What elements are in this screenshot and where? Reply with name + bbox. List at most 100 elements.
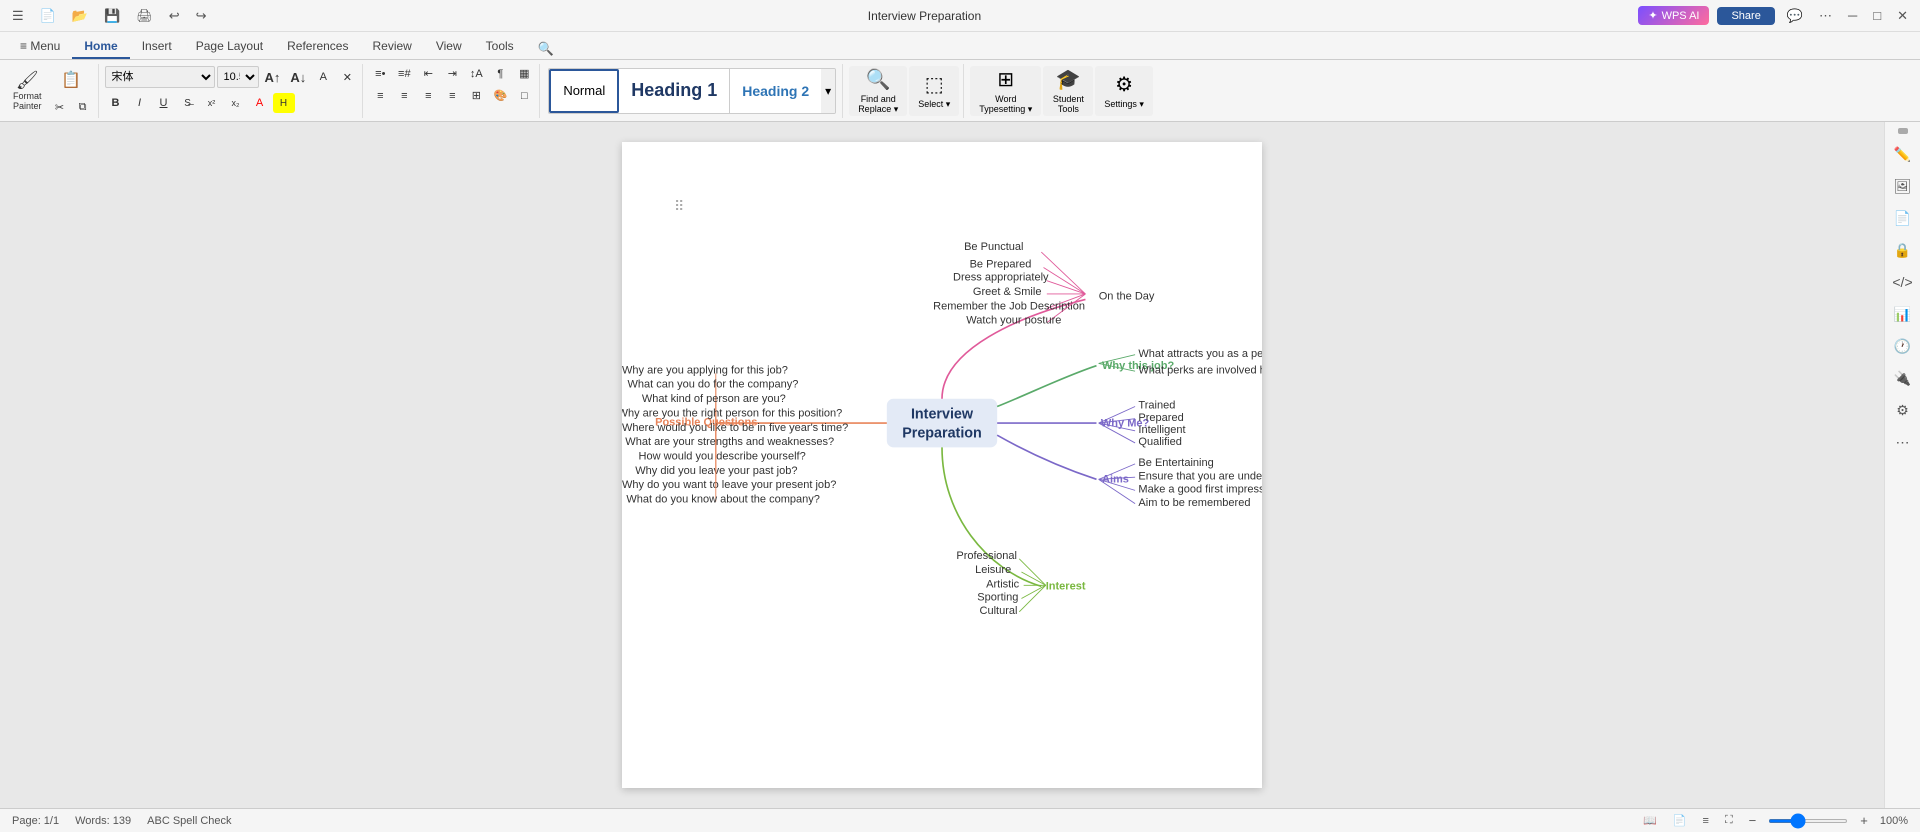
sporting-line <box>1021 585 1045 598</box>
settings-button[interactable]: ⚙ Settings ▾ <box>1095 66 1153 116</box>
zoom-in-button[interactable]: + <box>1856 811 1872 830</box>
sidebar-history-icon[interactable]: 🕐 <box>1889 332 1917 360</box>
tab-home[interactable]: Home <box>72 35 129 59</box>
copy-button[interactable]: ⧉ <box>72 98 94 118</box>
full-screen-icon[interactable]: ⛶ <box>1721 812 1737 829</box>
bullets-button[interactable]: ≡• <box>369 64 391 84</box>
font-size-select[interactable]: 10.5 <box>217 66 259 88</box>
find-replace-button[interactable]: 🔍 Find andReplace ▾ <box>849 66 907 116</box>
sidebar-image-icon[interactable]: 🖼 <box>1889 172 1917 200</box>
superscript-button[interactable]: x² <box>201 93 223 113</box>
sidebar-lock-icon[interactable]: 🔒 <box>1889 236 1917 264</box>
tab-tools[interactable]: Tools <box>474 35 526 59</box>
font-family-select[interactable]: 宋体 <box>105 66 215 88</box>
style-heading1[interactable]: Heading 1 <box>619 69 730 113</box>
print-icon[interactable]: 🖨 <box>132 6 157 26</box>
cultural-text: Cultural <box>980 605 1018 617</box>
zoom-out-button[interactable]: − <box>1745 811 1761 830</box>
wps-ai-icon: ✦ <box>1648 9 1657 22</box>
intelligent-text: Intelligent <box>1138 424 1185 436</box>
style-more-arrow[interactable]: ▾ <box>821 69 835 113</box>
underline-button[interactable]: U <box>153 93 175 113</box>
tab-references[interactable]: References <box>275 35 360 59</box>
undo-icon[interactable]: ↩ <box>165 6 184 26</box>
posture-text: Watch your posture <box>966 315 1061 327</box>
strikethrough-button[interactable]: S̶ <box>177 93 199 113</box>
increase-font-button[interactable]: A↑ <box>261 67 285 87</box>
paste-icon: 📋 <box>61 73 81 89</box>
select-button[interactable]: ⬚ Select ▾ <box>909 66 959 116</box>
subscript-button[interactable]: x₂ <box>225 93 247 113</box>
q10-text: What do you know about the company? <box>626 494 820 506</box>
align-center-button[interactable]: ≡ <box>393 86 415 106</box>
outdent-button[interactable]: ⇤ <box>417 64 439 84</box>
more-icon[interactable]: ⋯ <box>1815 6 1836 26</box>
paste-button[interactable]: 📋 <box>51 64 91 98</box>
decrease-font-button[interactable]: A↓ <box>286 67 310 87</box>
show-marks-button[interactable]: ¶ <box>489 64 511 84</box>
student-tools-icon: 🎓 <box>1056 67 1081 92</box>
multicol-button[interactable]: ▦ <box>513 64 535 84</box>
tab-review[interactable]: Review <box>360 35 423 59</box>
minimize-icon[interactable]: ─ <box>1844 6 1861 25</box>
page-info: Page: 1/1 <box>12 815 59 827</box>
bold-button[interactable]: B <box>105 93 127 113</box>
italic-button[interactable]: I <box>129 93 151 113</box>
share-button[interactable]: Share <box>1717 7 1774 25</box>
style-heading2[interactable]: Heading 2 <box>730 69 821 113</box>
style-normal[interactable]: Normal <box>549 69 619 113</box>
doc-title: Interview Preparation <box>868 9 981 23</box>
tab-view[interactable]: View <box>424 35 474 59</box>
font-group: 宋体 10.5 A↑ A↓ A ✕ B I U S̶ x² x₂ A H <box>101 64 364 118</box>
read-mode-icon[interactable]: 📖 <box>1639 812 1661 829</box>
format-painter-button[interactable]: 🖌 Format Painter <box>8 65 47 117</box>
font-color2-button[interactable]: A <box>249 93 271 113</box>
redo-icon[interactable]: ↪ <box>192 6 211 26</box>
student-tools-button[interactable]: 🎓 StudentTools <box>1043 66 1093 116</box>
numbering-button[interactable]: ≡# <box>393 64 415 84</box>
align-right-button[interactable]: ≡ <box>417 86 439 106</box>
sidebar-pen-icon[interactable]: ✏️ <box>1889 140 1917 168</box>
attracts-text: What attracts you as a person? <box>1138 348 1262 360</box>
prepared-text: Be Prepared <box>970 258 1032 270</box>
table-button[interactable]: ⊞ <box>465 86 487 106</box>
new-doc-icon[interactable]: 📄 <box>36 6 60 26</box>
maximize-icon[interactable]: □ <box>1869 6 1885 25</box>
tab-page-layout[interactable]: Page Layout <box>184 35 275 59</box>
wps-ai-button[interactable]: ✦ WPS AI <box>1638 6 1709 25</box>
find-replace-icon: 🔍 <box>866 67 891 92</box>
save-icon[interactable]: 💾 <box>100 6 124 26</box>
sidebar-plugin-icon[interactable]: 🔌 <box>1889 364 1917 392</box>
align-left-button[interactable]: ≡ <box>369 86 391 106</box>
clear-format-button[interactable]: ✕ <box>336 67 358 87</box>
comment-icon[interactable]: 💬 <box>1783 6 1807 26</box>
justify-button[interactable]: ≡ <box>441 86 463 106</box>
sort-button[interactable]: ↕A <box>465 64 487 84</box>
menu-icon[interactable]: ☰ <box>8 6 28 26</box>
sidebar-code-icon[interactable]: </> <box>1889 268 1917 296</box>
zoom-slider[interactable] <box>1768 819 1848 823</box>
search-icon[interactable]: 🔍 <box>534 39 558 59</box>
sidebar-settings2-icon[interactable]: ⚙ <box>1889 396 1917 424</box>
word-typesetting-icon: ⊞ <box>997 67 1014 92</box>
close-icon[interactable]: ✕ <box>1893 6 1912 26</box>
tab-insert[interactable]: Insert <box>130 35 184 59</box>
fill-color-button[interactable]: 🎨 <box>489 86 511 106</box>
sidebar-more2-icon[interactable]: ⋯ <box>1889 428 1917 456</box>
highlight-button[interactable]: H <box>273 93 295 113</box>
sidebar-chart-icon[interactable]: 📊 <box>1889 300 1917 328</box>
word-typesetting-button[interactable]: ⊞ WordTypesetting ▾ <box>970 66 1041 116</box>
outline-view-icon[interactable]: ≡ <box>1699 813 1713 829</box>
indent-button[interactable]: ⇥ <box>441 64 463 84</box>
font-color-button[interactable]: A <box>312 67 334 87</box>
open-icon[interactable]: 📂 <box>68 6 92 26</box>
border-button[interactable]: □ <box>513 86 535 106</box>
settings-icon: ⚙ <box>1115 72 1133 97</box>
spell-check-button[interactable]: ABC Spell Check <box>147 815 231 827</box>
print-layout-icon[interactable]: 📄 <box>1669 812 1691 829</box>
cut-button[interactable]: ✂ <box>49 98 71 118</box>
scroll-up-icon[interactable] <box>1898 128 1908 134</box>
job-desc-text: Remember the Job Description <box>933 300 1085 312</box>
sidebar-doc-icon[interactable]: 📄 <box>1889 204 1917 232</box>
tab-menu[interactable]: ≡ Menu <box>8 35 72 59</box>
